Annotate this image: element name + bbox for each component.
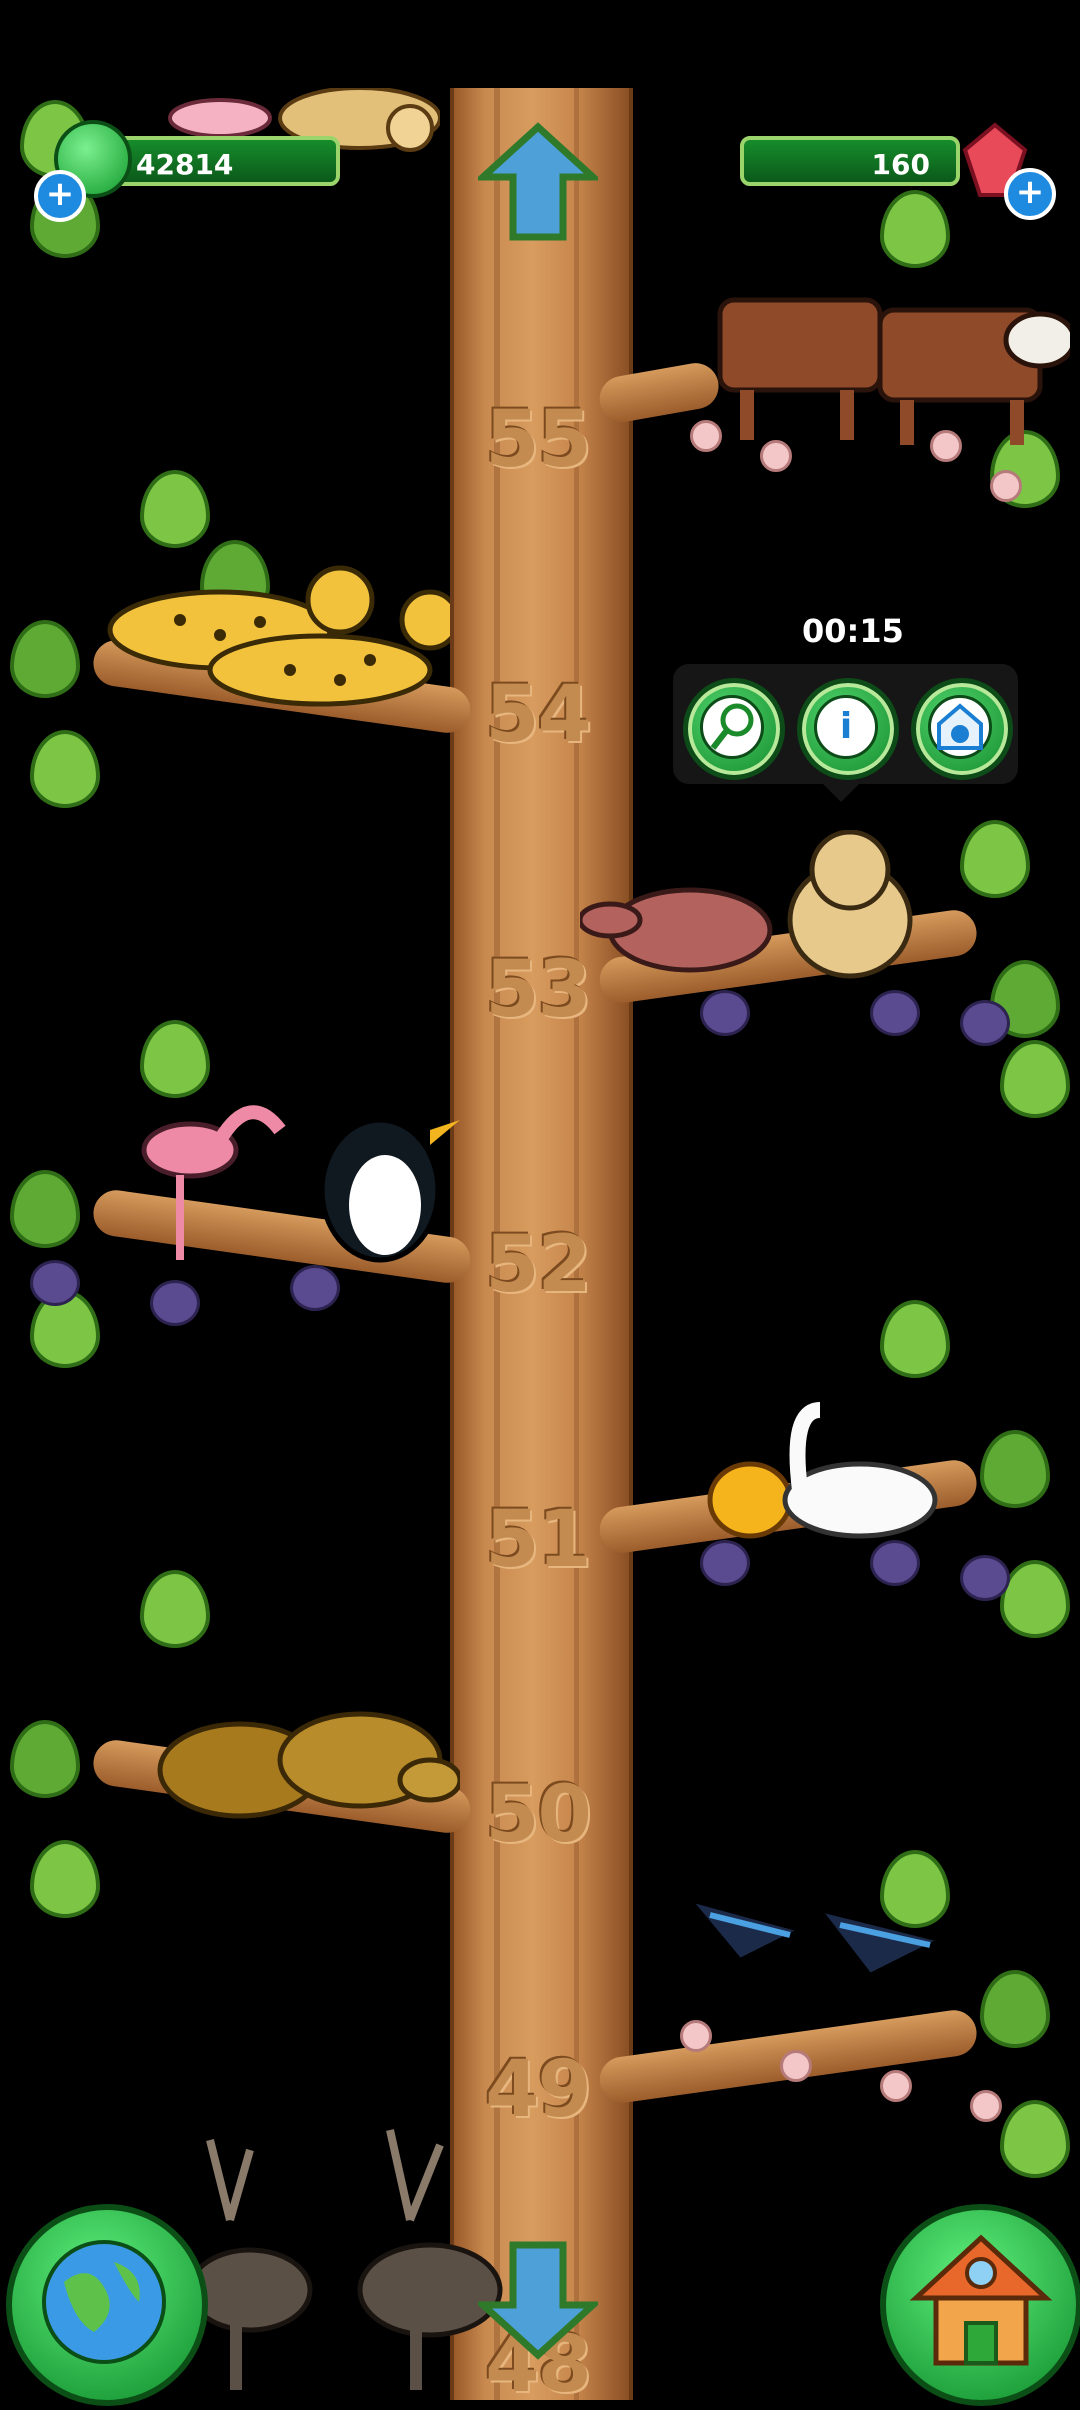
- scroll-down-button[interactable]: [478, 2240, 598, 2360]
- cheetah-animal[interactable]: [70, 560, 450, 730]
- gem-count: 160: [871, 148, 930, 181]
- house-icon: [909, 2234, 1053, 2366]
- add-gems-button[interactable]: +: [1004, 168, 1056, 220]
- coin-counter: 42814: [110, 136, 340, 186]
- butterfly-animal[interactable]: [680, 1880, 960, 2000]
- armadillo-animal[interactable]: [150, 1690, 460, 1840]
- aardvark-animal[interactable]: [580, 830, 940, 1000]
- animal-house-icon: [928, 695, 992, 759]
- level-number-51: 51: [485, 1495, 592, 1585]
- net-icon: [700, 695, 764, 759]
- reindeer-animal[interactable]: [170, 2120, 530, 2400]
- animal-house-button[interactable]: [911, 678, 1013, 780]
- globe-icon: [42, 2240, 166, 2364]
- coin-count: 42814: [136, 148, 234, 181]
- flamingo-animal[interactable]: [110, 1090, 470, 1270]
- catch-net-button[interactable]: [683, 678, 785, 780]
- gem-counter: 160: [740, 136, 960, 186]
- swan-animal[interactable]: [700, 1390, 940, 1560]
- cow-animal[interactable]: [710, 280, 1070, 450]
- home-button[interactable]: [880, 2204, 1080, 2406]
- scroll-up-button[interactable]: [478, 122, 598, 242]
- level-number-50: 50: [485, 1770, 592, 1860]
- info-button[interactable]: i: [797, 678, 899, 780]
- timer-text: 00:15: [802, 612, 904, 650]
- add-coins-button[interactable]: +: [34, 170, 86, 222]
- world-map-button[interactable]: [6, 2204, 208, 2406]
- level-number-55: 55: [485, 395, 592, 485]
- level-number-52: 52: [485, 1220, 592, 1310]
- action-popup: i: [673, 664, 1018, 802]
- info-icon: i: [814, 695, 878, 759]
- level-number-54: 54: [485, 670, 592, 760]
